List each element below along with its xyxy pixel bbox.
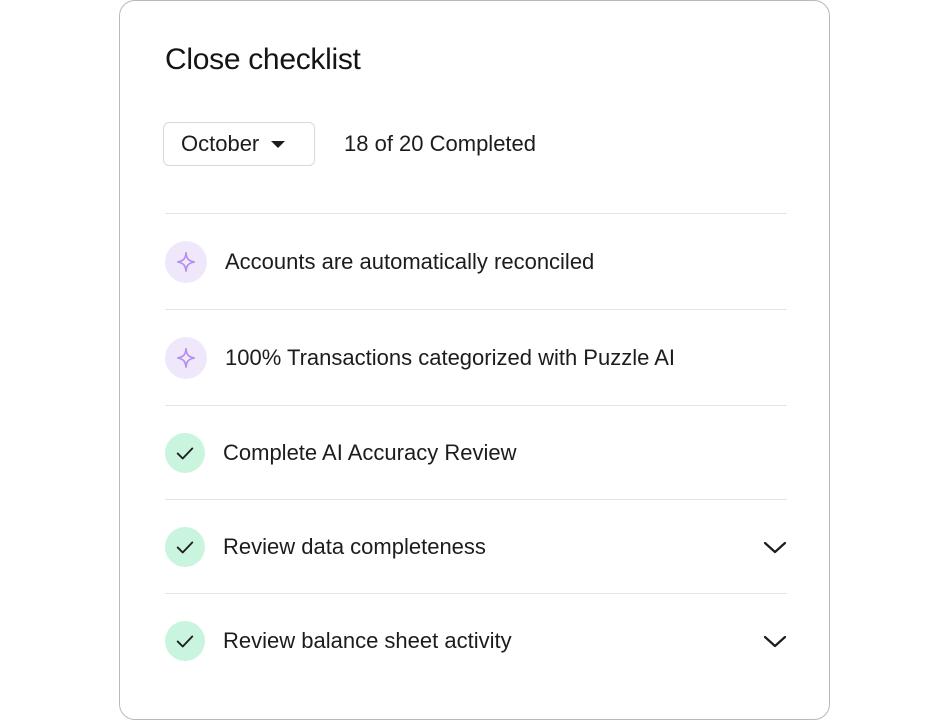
sparkle-icon bbox=[176, 251, 196, 272]
ai-badge bbox=[165, 240, 207, 283]
chevron-down-icon[interactable] bbox=[763, 535, 787, 559]
ai-badge bbox=[165, 336, 207, 379]
checklist-item-label: Review data completeness bbox=[223, 533, 486, 559]
checklist-item-label: Accounts are automatically reconciled bbox=[225, 248, 595, 274]
check-icon bbox=[176, 541, 194, 553]
done-badge bbox=[165, 526, 205, 567]
done-badge bbox=[165, 620, 205, 661]
checklist-controls: October 18 of 20 Completed bbox=[163, 122, 536, 166]
checklist-item[interactable]: Review data completeness bbox=[165, 499, 787, 593]
month-select[interactable]: October bbox=[163, 122, 315, 166]
checklist-items: Accounts are automatically reconciled 10… bbox=[165, 213, 787, 687]
check-icon bbox=[176, 447, 194, 459]
month-select-value: October bbox=[181, 131, 260, 156]
progress-text: 18 of 20 Completed bbox=[344, 131, 537, 156]
checklist-item: Accounts are automatically reconciled bbox=[165, 213, 787, 309]
checklist-item-label: Review balance sheet activity bbox=[223, 627, 512, 653]
checklist-item: 100% Transactions categorized with Puzzl… bbox=[165, 309, 787, 405]
sparkle-icon bbox=[176, 347, 196, 368]
checklist-item-label: 100% Transactions categorized with Puzzl… bbox=[225, 344, 676, 370]
page-title: Close checklist bbox=[165, 43, 361, 76]
checklist-item[interactable]: Review balance sheet activity bbox=[165, 593, 787, 687]
check-icon bbox=[176, 635, 194, 647]
checklist-item: Complete AI Accuracy Review bbox=[165, 405, 787, 499]
close-checklist-card: Close checklist October 18 of 20 Complet… bbox=[119, 0, 830, 720]
chevron-down-icon[interactable] bbox=[763, 629, 787, 653]
done-badge bbox=[165, 432, 205, 473]
checklist-item-label: Complete AI Accuracy Review bbox=[223, 439, 517, 465]
caret-down-icon bbox=[271, 140, 286, 148]
